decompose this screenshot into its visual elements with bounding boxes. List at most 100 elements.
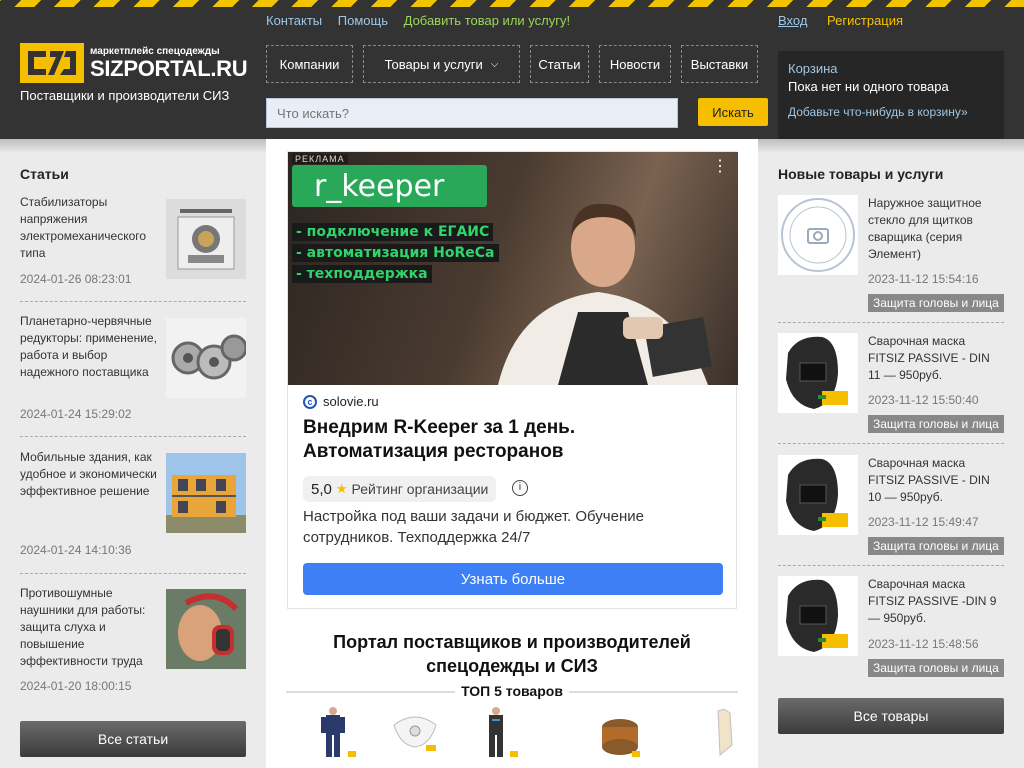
ad-brand: r_keeper: [292, 165, 487, 207]
logo-title: SIZPORTAL.RU: [90, 55, 248, 81]
ad-line: - техподдержка: [292, 265, 432, 283]
cream-jar-image[interactable]: [598, 705, 648, 760]
divider: [20, 436, 246, 437]
cart-title[interactable]: Корзина: [788, 61, 994, 76]
nav-companies-label: Компании: [279, 56, 340, 72]
all-articles-button[interactable]: Все статьи: [20, 721, 246, 757]
search-button[interactable]: Искать: [698, 98, 768, 126]
new-items-title: Новые товары и услуги: [778, 166, 944, 182]
gear-reducer-image[interactable]: [166, 318, 246, 398]
ad-line: - подключение к ЕГАИС: [292, 223, 494, 241]
ear-muffs-image[interactable]: [166, 589, 246, 669]
product-item[interactable]: Сварочная маска FITSIZ PASSIVE -DIN 9 — …: [778, 576, 1004, 682]
product-date: 2023-11-12 15:49:47: [868, 515, 979, 529]
login-link[interactable]: Вход: [778, 13, 807, 28]
article-title[interactable]: Противошумные наушники для работы: защит…: [20, 585, 158, 670]
nav-news-label: Новости: [609, 56, 661, 72]
help-link[interactable]: Помощь: [338, 13, 388, 28]
nav-exhibitions[interactable]: Выставки: [681, 45, 758, 83]
stabilizer-image[interactable]: [166, 199, 246, 279]
divider: [778, 443, 1004, 444]
site-tagline: Поставщики и производители СИЗ: [20, 88, 230, 103]
search-input[interactable]: [266, 98, 678, 128]
nav-articles[interactable]: Статьи: [530, 45, 589, 83]
article-title[interactable]: Мобильные здания, как удобное и экономич…: [20, 449, 158, 500]
advertisement[interactable]: РЕКЛАМА ⋮ r_keeper - подключение к ЕГАИС…: [287, 151, 738, 609]
ad-domain[interactable]: c solovie.ru: [303, 394, 379, 409]
nav-exhibitions-label: Выставки: [690, 56, 749, 72]
article-item[interactable]: Планетарно-червячные редукторы: применен…: [20, 313, 246, 421]
product-title[interactable]: Наружное защитное стекло для щитков свар…: [868, 195, 1002, 263]
hazard-stripes: [0, 0, 1024, 7]
product-item[interactable]: Сварочная маска FITSIZ PASSIVE - DIN 10 …: [778, 455, 1004, 561]
article-item[interactable]: Мобильные здания, как удобное и экономич…: [20, 449, 246, 557]
workwear-suit-2-image[interactable]: [478, 705, 528, 760]
ad-headline[interactable]: Внедрим R-Keeper за 1 день. Автоматизаци…: [303, 416, 723, 464]
site-logo[interactable]: маркетплейс спецодежды SIZPORTAL.RU: [20, 43, 248, 83]
nav-products-label: Товары и услуги: [384, 56, 483, 72]
page-title: Портал поставщиков и производителей спец…: [333, 632, 691, 676]
copyright-icon: c: [303, 394, 317, 409]
nav-products[interactable]: Товары и услуги ⌵: [363, 45, 520, 83]
article-item[interactable]: Противошумные наушники для работы: защит…: [20, 585, 246, 693]
product-date: 2023-11-12 15:50:40: [868, 393, 979, 407]
ad-person-image: [498, 203, 712, 385]
category-badge[interactable]: Защита головы и лица: [868, 294, 1004, 312]
divider: [778, 565, 1004, 566]
logo-mark-icon: [20, 43, 84, 83]
chevron-down-icon: ⌵: [490, 58, 499, 70]
article-title[interactable]: Стабилизаторы напряжения электромеханиче…: [20, 194, 158, 262]
nav-articles-label: Статьи: [538, 56, 581, 72]
articles-title: Статьи: [20, 166, 69, 182]
cart-panel: Корзина Пока нет ни одного товара Добавь…: [778, 51, 1004, 139]
product-title[interactable]: Сварочная маска FITSIZ PASSIVE -DIN 9 — …: [868, 576, 1002, 627]
register-link[interactable]: Регистрация: [827, 13, 903, 28]
ad-description: Настройка под ваши задачи и бюджет. Обуч…: [303, 508, 644, 546]
rating-value: 5,0: [311, 480, 332, 498]
top5-heading: ТОП 5 товаров: [286, 683, 738, 701]
respirator-image[interactable]: [390, 705, 440, 760]
rating-label: Рейтинг организации: [351, 481, 489, 497]
nav-companies[interactable]: Компании: [266, 45, 353, 83]
cart-add-link[interactable]: Добавьте что-нибудь в корзину»: [788, 105, 994, 119]
ad-label: РЕКЛАМА: [292, 154, 348, 164]
article-date: 2024-01-26 08:23:01: [20, 272, 132, 286]
product-item[interactable]: Сварочная маска FITSIZ PASSIVE - DIN 11 …: [778, 333, 1004, 439]
gloves-image[interactable]: [712, 705, 738, 760]
ad-domain-text: solovie.ru: [323, 394, 379, 409]
divider: [778, 322, 1004, 323]
all-products-button[interactable]: Все товары: [778, 698, 1004, 734]
top5-label: ТОП 5 товаров: [455, 683, 569, 699]
divider: [20, 301, 246, 302]
product-date: 2023-11-12 15:48:56: [868, 637, 979, 651]
article-item[interactable]: Стабилизаторы напряжения электромеханиче…: [20, 194, 246, 286]
product-item[interactable]: Наружное защитное стекло для щитков свар…: [778, 195, 1004, 317]
welding-mask-image[interactable]: [778, 576, 858, 656]
auth-links: Вход Регистрация: [778, 13, 919, 28]
contacts-link[interactable]: Контакты: [266, 13, 322, 28]
article-date: 2024-01-20 18:00:15: [20, 679, 132, 693]
ad-line: - автоматизация HoReCa: [292, 244, 499, 262]
product-title[interactable]: Сварочная маска FITSIZ PASSIVE - DIN 11 …: [868, 333, 1002, 384]
add-product-link[interactable]: Добавить товар или услугу!: [404, 13, 570, 28]
welding-mask-image[interactable]: [778, 455, 858, 535]
article-title[interactable]: Планетарно-червячные редукторы: применен…: [20, 313, 158, 381]
star-icon: ★: [335, 481, 348, 496]
category-badge[interactable]: Защита головы и лица: [868, 415, 1004, 433]
info-icon[interactable]: i: [512, 480, 528, 496]
workwear-suit-image[interactable]: [312, 705, 362, 760]
modular-building-image[interactable]: [166, 453, 246, 533]
ad-rating[interactable]: 5,0 ★ Рейтинг организации: [303, 476, 497, 502]
category-badge[interactable]: Защита головы и лица: [868, 537, 1004, 555]
no-photo-placeholder[interactable]: [778, 195, 858, 275]
cart-empty-text: Пока нет ни одного товара: [788, 79, 949, 94]
category-badge[interactable]: Защита головы и лица: [868, 659, 1004, 677]
nav-news[interactable]: Новости: [599, 45, 671, 83]
more-options-icon[interactable]: ⋮: [712, 156, 728, 176]
product-title[interactable]: Сварочная маска FITSIZ PASSIVE - DIN 10 …: [868, 455, 1002, 506]
learn-more-button[interactable]: Узнать больше: [303, 563, 723, 595]
ad-banner[interactable]: РЕКЛАМА ⋮ r_keeper - подключение к ЕГАИС…: [288, 152, 738, 385]
welding-mask-image[interactable]: [778, 333, 858, 413]
logo-subtitle: маркетплейс спецодежды: [90, 45, 220, 57]
article-date: 2024-01-24 15:29:02: [20, 407, 132, 421]
